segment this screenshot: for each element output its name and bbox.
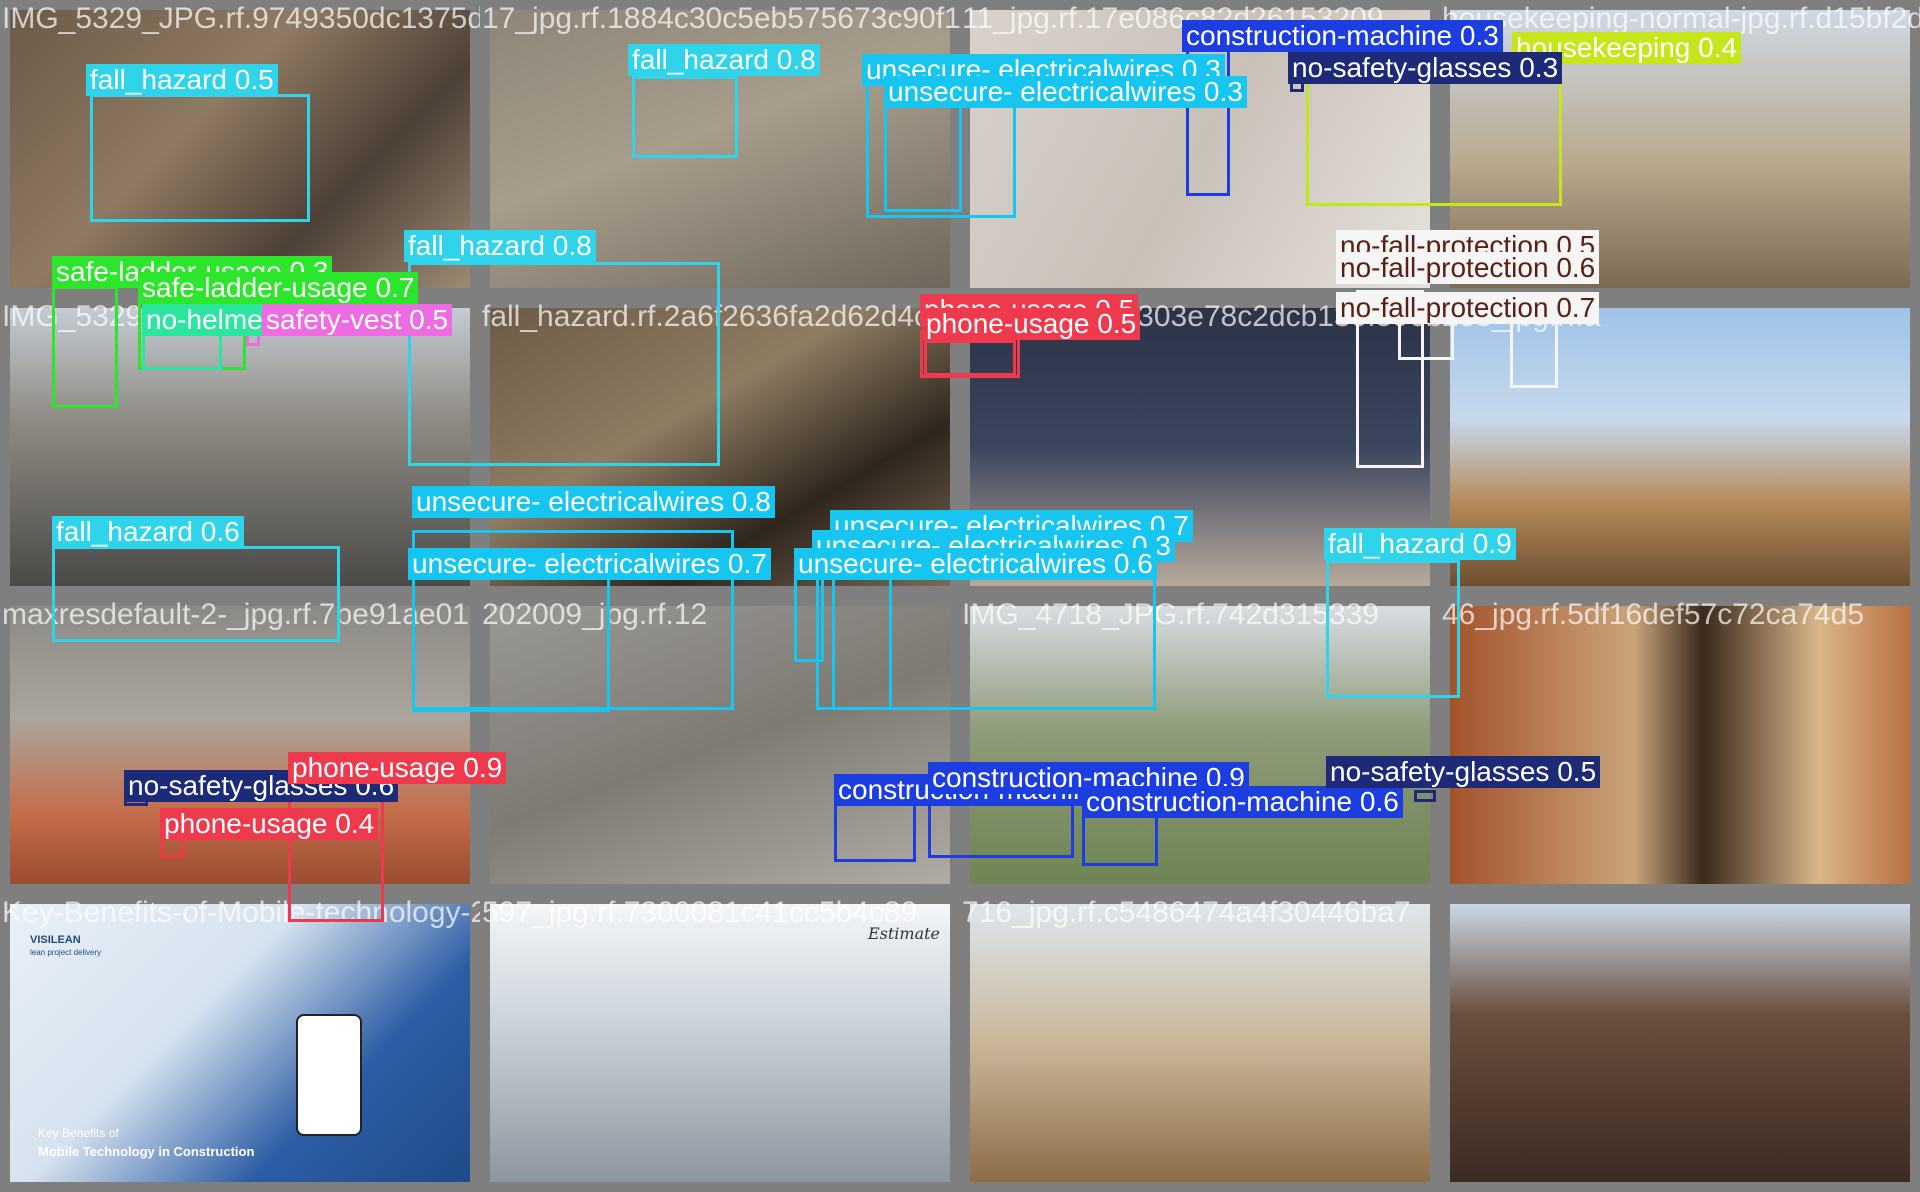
bbox-fall-hazard (408, 262, 720, 466)
detection-tile (1440, 894, 1920, 1192)
detection-tile: VISILEAN lean project delivery Key Benefit… (0, 894, 480, 1192)
bbox-label: no-safety-glasses 0.5 (1326, 756, 1601, 788)
phone-screen (296, 1014, 362, 1136)
detection-tile: Estimate 597_jpg.rf.7300081c41cc5b4c89 (480, 894, 960, 1192)
slide-line1: Key Benefits of (38, 1126, 119, 1140)
bbox-unsecure-electricalwires (794, 574, 824, 662)
bbox-label: fall_hazard 0.5 (86, 64, 278, 96)
bbox-construction-machine (1082, 810, 1158, 866)
bbox-label: unsecure- electricalwires 0.6 (794, 548, 1157, 580)
slide-line2: Mobile Technology in Construction (38, 1144, 255, 1159)
bbox-label: construction-machine 0.6 (1082, 786, 1403, 818)
detection-mosaic: IMG_5329_JPG.rf.9749350dc1375d5f7717_jpg… (0, 0, 1920, 1192)
bbox-label: unsecure- electricalwires 0.7 (408, 548, 771, 580)
bbox-safe-ladder-usage (52, 286, 118, 408)
bbox-label: fall_hazard 0.9 (1324, 528, 1516, 560)
detection-tile: 716_jpg.rf.c5486474a4f30446ba7 (960, 894, 1440, 1192)
bbox-label: fall_hazard 0.6 (52, 516, 244, 548)
bbox-label: unsecure- electricalwires 0.8 (412, 486, 775, 518)
bbox-label: fall_hazard 0.8 (404, 230, 596, 262)
tile-filename: 46_jpg.rf.5df16def57c72ca74d5 (1442, 598, 1865, 631)
bbox-label: phone-usage 0.9 (288, 752, 507, 784)
tile-photo (10, 606, 470, 884)
bbox-no-safety-glasses (1414, 790, 1436, 802)
tile-filename: 17_jpg.rf.1884c30c5eb575673c90f117 (482, 2, 960, 35)
detection-tile: 46_jpg.rf.5df16def57c72ca74d5 (1440, 596, 1920, 894)
tile-photo (1450, 904, 1910, 1182)
bbox-label: safety-vest 0.5 (262, 304, 453, 336)
tile-filename: 597_jpg.rf.7300081c41cc5b4c89 (482, 896, 918, 929)
bbox-label: unsecure- electricalwires 0.3 (884, 76, 1247, 108)
tile-photo: VISILEAN lean project delivery Key Benefit… (10, 904, 470, 1182)
tile-photo (1450, 606, 1910, 884)
bbox-fall-hazard (632, 76, 738, 158)
bbox-fall-hazard (1326, 560, 1460, 698)
tile-filename: Key-Benefits-of-Mobile-technology-2-30-j… (2, 896, 480, 929)
bbox-label: no-safety-glasses 0.3 (1288, 52, 1563, 84)
bbox-label: construction-machine 0.3 (1182, 20, 1503, 52)
bbox-unsecure-electricalwires (832, 568, 892, 710)
tile-photo: Estimate (490, 904, 950, 1182)
bbox-label: safe-ladder-usage 0.7 (138, 272, 419, 304)
bbox-phone-usage (924, 340, 1016, 376)
tile-photo (970, 904, 1430, 1182)
bbox-fall-hazard (52, 546, 340, 642)
bbox-construction-machine (834, 800, 916, 862)
tile-filename: IMG_5329_JPG.rf.9749350dc1375d5f77 (2, 2, 480, 35)
bbox-label: phone-usage 0.4 (160, 808, 379, 840)
slide-brand: VISILEAN (30, 934, 81, 946)
bbox-fall-hazard (90, 94, 310, 222)
bbox-label: no-fall-protection 0.7 (1336, 292, 1600, 324)
slide-tagline: lean project delivery (30, 948, 102, 957)
bbox-label: fall_hazard 0.8 (628, 44, 820, 76)
bbox-unsecure-electricalwires (412, 576, 610, 712)
bbox-no-helmet (142, 330, 222, 370)
tile-filename: 716_jpg.rf.c5486474a4f30446ba7 (962, 896, 1411, 929)
bbox-label: no-fall-protection 0.6 (1336, 252, 1600, 284)
bbox-label: phone-usage 0.5 (922, 308, 1141, 340)
bbox-unsecure-electricalwires (884, 104, 962, 212)
